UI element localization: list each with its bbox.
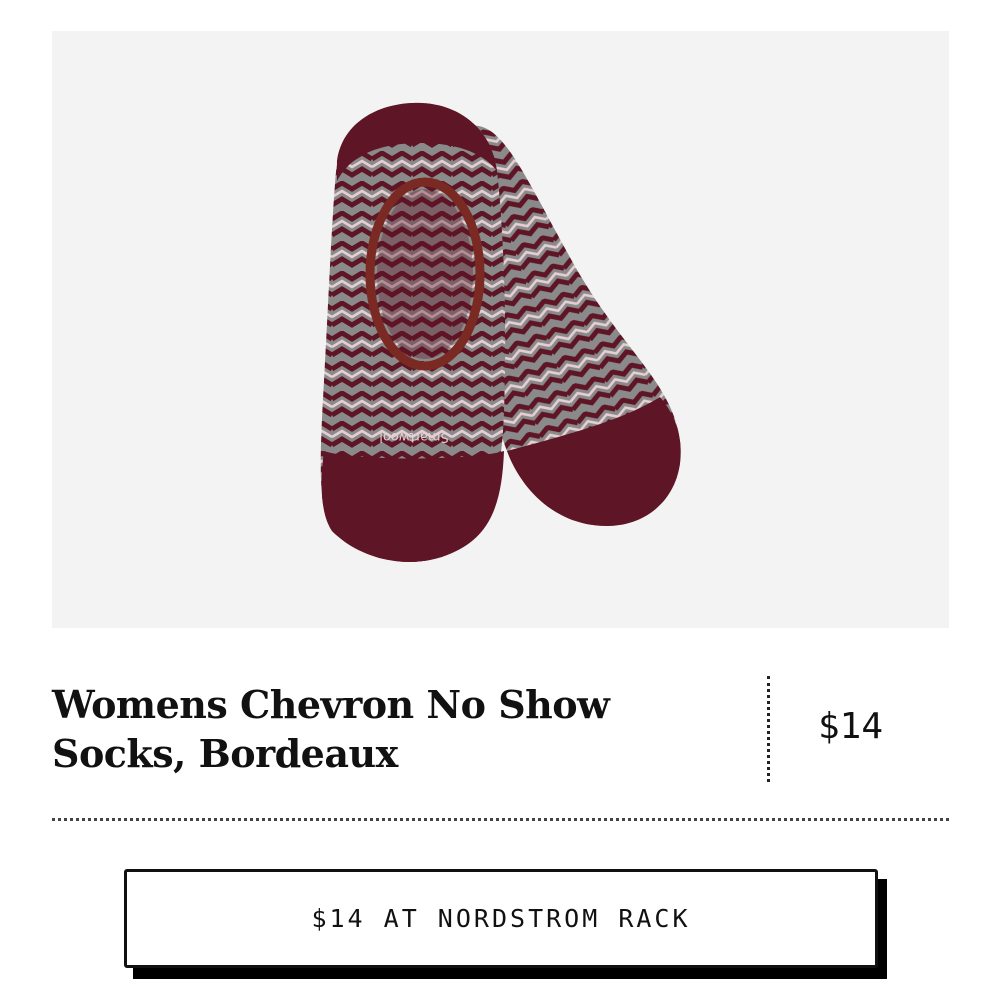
product-title: Womens Chevron No Show Socks, Bordeaux — [52, 682, 610, 776]
product-price: $14 — [818, 706, 884, 747]
vertical-divider — [767, 676, 770, 782]
sock-brand-text: Smartwool — [379, 429, 448, 444]
product-image[interactable]: Smartwool — [52, 31, 949, 628]
sock-illustration: Smartwool — [320, 102, 681, 562]
buy-button[interactable]: $14 AT NORDSTROM RACK — [124, 869, 878, 968]
sock-left — [320, 102, 506, 562]
horizontal-divider — [52, 818, 949, 821]
buy-button-label: $14 AT NORDSTROM RACK — [311, 904, 691, 933]
